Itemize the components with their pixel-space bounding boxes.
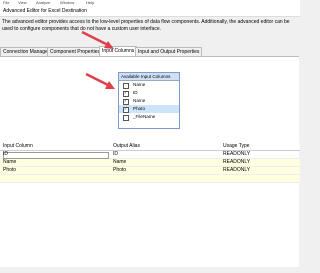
dialog-title: Advanced Editor for Excel Destination <box>3 8 87 14</box>
column-row-photo[interactable]: Photo <box>119 105 179 113</box>
input-column-cell[interactable] <box>3 152 109 159</box>
available-input-columns: Available Input Columns Name ID Name Pho… <box>118 72 180 129</box>
table-row-new[interactable] <box>0 175 300 183</box>
grid-header: Input Column Output Alias Usage Type <box>0 143 300 151</box>
menu-file[interactable]: File <box>3 0 9 5</box>
arrow-to-tab-icon <box>81 30 114 49</box>
menu-help[interactable]: Help <box>86 0 94 5</box>
table-row[interactable]: Name Name READONLY <box>0 159 300 167</box>
available-columns-header: Available Input Columns <box>119 73 179 81</box>
column-row-id[interactable]: ID <box>119 89 179 97</box>
table-row[interactable]: ID ID READONLY <box>0 151 300 159</box>
column-row-name-all[interactable]: Name <box>119 81 179 89</box>
menu-view[interactable]: View <box>18 0 27 5</box>
arrow-to-columns-icon <box>85 72 115 89</box>
column-row-name[interactable]: Name <box>119 97 179 105</box>
dialog-description: The advanced editor provides access to t… <box>2 19 290 32</box>
column-row-filename[interactable]: _FileName <box>119 113 179 121</box>
column-mapping-grid: Input Column Output Alias Usage Type ID … <box>0 143 300 183</box>
checkbox[interactable] <box>123 115 129 121</box>
menu-analyze[interactable]: Analyze <box>36 0 50 5</box>
dialog-titlebar: Advanced Editor for Excel Destination <box>0 6 300 17</box>
menu-window[interactable]: Window <box>60 0 74 5</box>
table-row[interactable]: Photo Photo READONLY <box>0 167 300 175</box>
